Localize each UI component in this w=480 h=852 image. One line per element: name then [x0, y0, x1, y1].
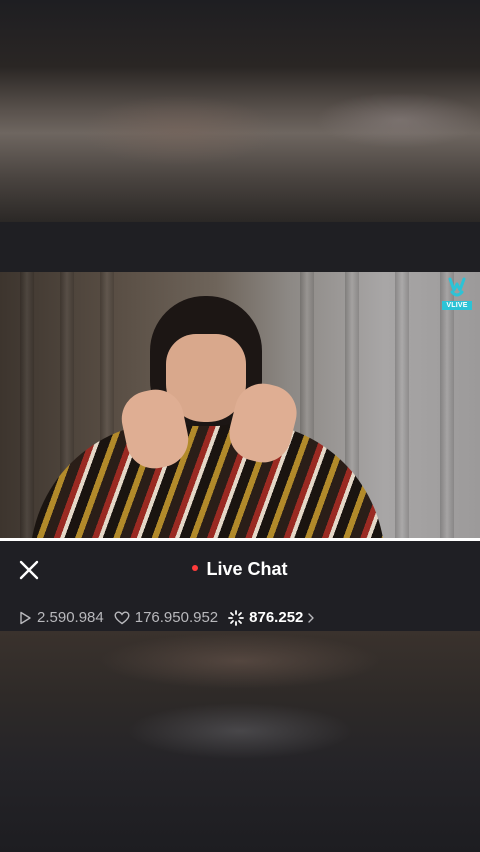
live-indicator-dot [192, 565, 199, 572]
person-shirt [30, 422, 385, 538]
heart-icon [114, 610, 130, 624]
comment-count-value: 876.252 [249, 609, 304, 626]
curtain-fold [395, 272, 409, 538]
blurred-backdrop-top [0, 0, 480, 222]
heart-count-value: 176.950.952 [134, 609, 219, 626]
chevron-right-icon [308, 612, 315, 623]
live-chat-title: Live Chat [0, 559, 480, 580]
live-player-screen: VLIVE Live Chat 2.590.984 176.950.952 87… [0, 0, 480, 852]
live-chat-label: Live Chat [206, 559, 288, 579]
blurred-backdrop-bottom [0, 631, 480, 852]
stats-row: 2.590.984 176.950.952 876.252 [18, 609, 320, 626]
live-chat-panel: Live Chat 2.590.984 176.950.952 876.252 [0, 541, 480, 631]
backdrop-band [0, 222, 480, 272]
play-icon [20, 611, 31, 624]
vlive-logo-icon [448, 277, 466, 297]
heart-count: 176.950.952 [114, 609, 218, 626]
curtain-fold [20, 272, 34, 538]
comment-count-button[interactable]: 876.252 [228, 609, 320, 626]
video-frame[interactable]: VLIVE [0, 272, 480, 538]
vlive-watermark-text: VLIVE [442, 301, 472, 310]
chat-burst-icon [228, 609, 245, 626]
play-count-value: 2.590.984 [37, 609, 104, 626]
play-count: 2.590.984 [18, 609, 104, 626]
vlive-watermark: VLIVE [442, 276, 472, 318]
